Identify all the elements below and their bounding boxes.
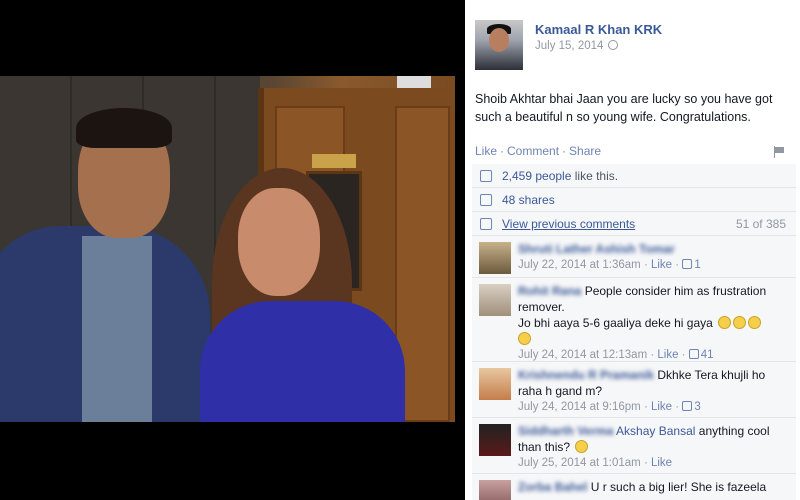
thumbs-up-icon: [480, 170, 492, 182]
view-previous-comments-link[interactable]: View previous comments: [502, 217, 635, 231]
commenter-name[interactable]: Shruti Lather Ashish Tomar: [518, 242, 675, 256]
comment-item: Krishnendu R Pramanik Dkhke Tera khujli …: [472, 362, 796, 418]
photo-woman-head: [238, 188, 320, 296]
post-actions: Like · Comment · Share: [475, 144, 601, 158]
commenter-avatar[interactable]: [479, 242, 511, 274]
comment-body: Krishnendu R Pramanik Dkhke Tera khujli …: [518, 367, 788, 415]
commenter-avatar[interactable]: [479, 368, 511, 400]
comment-meta: July 24, 2014 at 12:13am · Like · 41: [518, 349, 714, 361]
comment-time[interactable]: July 24, 2014 at 12:13am: [518, 349, 647, 361]
globe-icon: [608, 40, 619, 50]
comment-time[interactable]: July 22, 2014 at 1:36am: [518, 259, 641, 271]
share-button[interactable]: Share: [569, 144, 601, 158]
commenter-name[interactable]: Krishnendu R Pramanik: [518, 368, 654, 382]
photo-viewer: [0, 0, 465, 500]
laughing-emoji-icon: [518, 332, 531, 345]
comment-like-button[interactable]: Like: [651, 401, 672, 413]
confused-emoji-icon: [575, 440, 589, 453]
photo-woman-body: [200, 301, 405, 422]
author-name[interactable]: Kamaal R Khan KRK: [535, 22, 662, 37]
shares-row: 48 shares: [472, 188, 796, 212]
comment-like-count[interactable]: 1: [694, 259, 700, 271]
commenter-avatar[interactable]: [479, 284, 511, 316]
comment-like-button[interactable]: Like: [651, 259, 672, 271]
comment-like-count[interactable]: 41: [701, 349, 714, 361]
comment-icon: [480, 218, 492, 230]
likes-suffix: like this.: [571, 169, 619, 183]
comment-body: Shruti Lather Ashish Tomar July 22, 2014…: [518, 241, 788, 273]
laughing-emoji-icon: [733, 316, 747, 329]
action-separator: ·: [562, 144, 567, 158]
avatar-face: [489, 28, 509, 52]
comment-counter: 51 of 385: [735, 217, 786, 231]
action-separator: ·: [500, 144, 505, 158]
photo-man-shirt: [82, 236, 152, 422]
comment-button[interactable]: Comment: [507, 144, 559, 158]
thumbs-up-icon: [682, 401, 693, 411]
likes-row: 2,459 people like this.: [472, 164, 796, 188]
emoji-line: [518, 331, 788, 347]
share-icon: [480, 194, 492, 206]
comment-time[interactable]: July 24, 2014 at 9:16pm: [518, 401, 641, 413]
shares-count[interactable]: 48 shares: [502, 193, 555, 207]
comment-body: Siddharth Verma Akshay Bansal anything c…: [518, 423, 788, 471]
thumbs-up-icon: [682, 259, 693, 269]
commenter-name[interactable]: Zorba Bahel: [518, 480, 587, 494]
commenter-avatar[interactable]: [479, 480, 511, 500]
comment-text-line2: Jo bhi aaya 5-6 gaaliya deke hi gaya: [518, 315, 788, 331]
likes-text: 2,459 people like this.: [502, 169, 618, 183]
feedback-box: 2,459 people like this. 48 shares View p…: [472, 164, 796, 500]
likes-count[interactable]: 2,459 people: [502, 169, 571, 183]
flag-icon[interactable]: [773, 146, 785, 158]
post-sidebar: Kamaal R Khan KRK July 15, 2014 Shoib Ak…: [465, 0, 800, 500]
tagged-user-link[interactable]: Akshay Bansal: [616, 424, 695, 438]
author-avatar[interactable]: [475, 20, 523, 70]
comment-item: Rohit Rana People consider him as frustr…: [472, 278, 796, 362]
comment-meta: July 24, 2014 at 9:16pm · Like · 3: [518, 401, 701, 413]
comment-like-button[interactable]: Like: [651, 457, 672, 469]
photo-man-hair: [76, 108, 172, 148]
comment-time[interactable]: July 25, 2014 at 1:01am: [518, 457, 641, 469]
commenter-name[interactable]: Rohit Rana: [518, 284, 581, 298]
commenter-name[interactable]: Siddharth Verma: [518, 424, 613, 438]
comment-like-button[interactable]: Like: [657, 349, 678, 361]
comment-like-count[interactable]: 3: [694, 401, 700, 413]
post-photo[interactable]: [0, 76, 455, 422]
post-date-text[interactable]: July 15, 2014: [535, 40, 603, 52]
photo-sign-top: [397, 76, 431, 88]
previous-comments-row: View previous comments 51 of 385: [472, 212, 796, 236]
laughing-emoji-icon: [718, 316, 732, 329]
post-date[interactable]: July 15, 2014: [535, 40, 619, 52]
commenter-avatar[interactable]: [479, 424, 511, 456]
comment-item: Siddharth Verma Akshay Bansal anything c…: [472, 418, 796, 474]
comment-item: Zorba Bahel U r such a big lier! She is …: [472, 474, 796, 500]
comment-item: Shruti Lather Ashish Tomar July 22, 2014…: [472, 236, 796, 278]
photo-sign: [312, 154, 356, 168]
comment-body: Zorba Bahel U r such a big lier! She is …: [518, 479, 788, 495]
comment-text: U r such a big lier! She is fazeela: [590, 480, 767, 494]
thumbs-up-icon: [688, 349, 699, 359]
laughing-emoji-icon: [748, 316, 762, 329]
comment-body: Rohit Rana People consider him as frustr…: [518, 283, 788, 363]
post-text: Shoib Akhtar bhai Jaan you are lucky so …: [475, 92, 773, 124]
comment-meta: July 22, 2014 at 1:36am · Like · 1: [518, 259, 701, 271]
comment-meta: July 25, 2014 at 1:01am · Like: [518, 457, 673, 469]
like-button[interactable]: Like: [475, 144, 497, 158]
comment-text-2: Jo bhi aaya 5-6 gaaliya deke hi gaya: [518, 316, 713, 330]
